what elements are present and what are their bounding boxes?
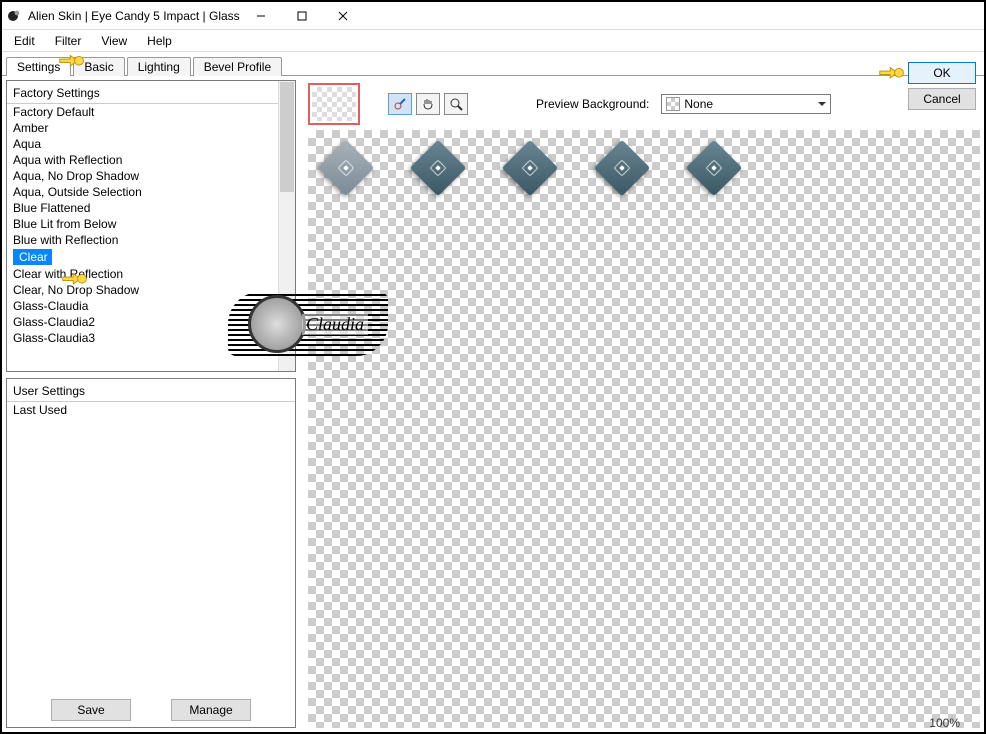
preview-shapes <box>326 148 734 188</box>
preview-toolbar: Preview Background: None <box>308 80 980 128</box>
list-item[interactable]: Last Used <box>7 402 295 418</box>
preview-bg-label: Preview Background: <box>536 97 649 111</box>
tab-bevel-profile[interactable]: Bevel Profile <box>193 57 282 76</box>
cancel-button[interactable]: Cancel <box>908 88 976 110</box>
zoom-tool-icon[interactable] <box>444 93 468 115</box>
list-item[interactable]: Aqua, No Drop Shadow <box>7 168 278 184</box>
minimize-button[interactable] <box>241 3 281 29</box>
list-item[interactable]: Blue Flattened <box>7 200 278 216</box>
preview-shape <box>686 140 743 197</box>
list-item[interactable]: Aqua <box>7 136 278 152</box>
menubar: Edit Filter View Help <box>2 30 984 52</box>
window-title: Alien Skin | Eye Candy 5 Impact | Glass <box>28 9 240 23</box>
save-button[interactable]: Save <box>51 699 131 721</box>
watermark-text: Claudia <box>302 314 368 335</box>
tabbar: Settings Basic Lighting Bevel Profile <box>2 54 984 76</box>
list-item[interactable]: Aqua with Reflection <box>7 152 278 168</box>
hand-tool-icon[interactable] <box>416 93 440 115</box>
titlebar: Alien Skin | Eye Candy 5 Impact | Glass <box>2 2 984 30</box>
list-item[interactable]: Factory Default <box>7 104 278 120</box>
zoom-level: 100% <box>929 716 960 730</box>
window-root: Alien Skin | Eye Candy 5 Impact | Glass … <box>0 0 986 734</box>
preview-shape <box>318 140 375 197</box>
list-item[interactable]: Blue with Reflection <box>7 232 278 248</box>
list-item[interactable]: Aqua, Outside Selection <box>7 184 278 200</box>
maximize-button[interactable] <box>282 3 322 29</box>
menu-filter[interactable]: Filter <box>47 32 90 50</box>
user-list-header: User Settings <box>7 381 295 402</box>
factory-list-header: Factory Settings <box>7 83 278 104</box>
tab-basic[interactable]: Basic <box>73 57 124 76</box>
menu-help[interactable]: Help <box>139 32 180 50</box>
menu-edit[interactable]: Edit <box>6 32 43 50</box>
preview-bg-select[interactable]: None <box>661 94 831 114</box>
watermark: Claudia <box>228 292 388 356</box>
close-button[interactable] <box>323 3 363 29</box>
list-button-row: Save Manage <box>7 693 295 727</box>
tab-lighting[interactable]: Lighting <box>127 57 191 76</box>
preview-shape <box>502 140 559 197</box>
preview-bg-value: None <box>684 97 713 111</box>
tab-settings[interactable]: Settings <box>6 57 71 76</box>
eyedropper-tool-icon[interactable] <box>388 93 412 115</box>
list-item-selected[interactable]: Clear <box>13 249 52 265</box>
manage-button[interactable]: Manage <box>171 699 251 721</box>
scrollbar-thumb[interactable] <box>280 82 294 192</box>
dialog-buttons: OK Cancel <box>908 62 976 110</box>
menu-view[interactable]: View <box>93 32 135 50</box>
ok-button[interactable]: OK <box>908 62 976 84</box>
list-item[interactable]: Amber <box>7 120 278 136</box>
user-settings-list[interactable]: User Settings Last Used Save Manage <box>6 378 296 728</box>
app-icon <box>6 8 22 24</box>
content-area: Factory Settings Factory DefaultAmberAqu… <box>6 80 980 728</box>
preview-shape <box>594 140 651 197</box>
transparency-swatch-icon <box>666 97 680 111</box>
preview-canvas[interactable] <box>308 130 980 728</box>
left-panel: Factory Settings Factory DefaultAmberAqu… <box>6 80 296 728</box>
list-item[interactable]: Blue Lit from Below <box>7 216 278 232</box>
right-panel: Preview Background: None <box>308 80 980 728</box>
preview-thumbnail[interactable] <box>308 83 360 125</box>
list-item[interactable]: Clear with Reflection <box>7 266 278 282</box>
preview-shape <box>410 140 467 197</box>
